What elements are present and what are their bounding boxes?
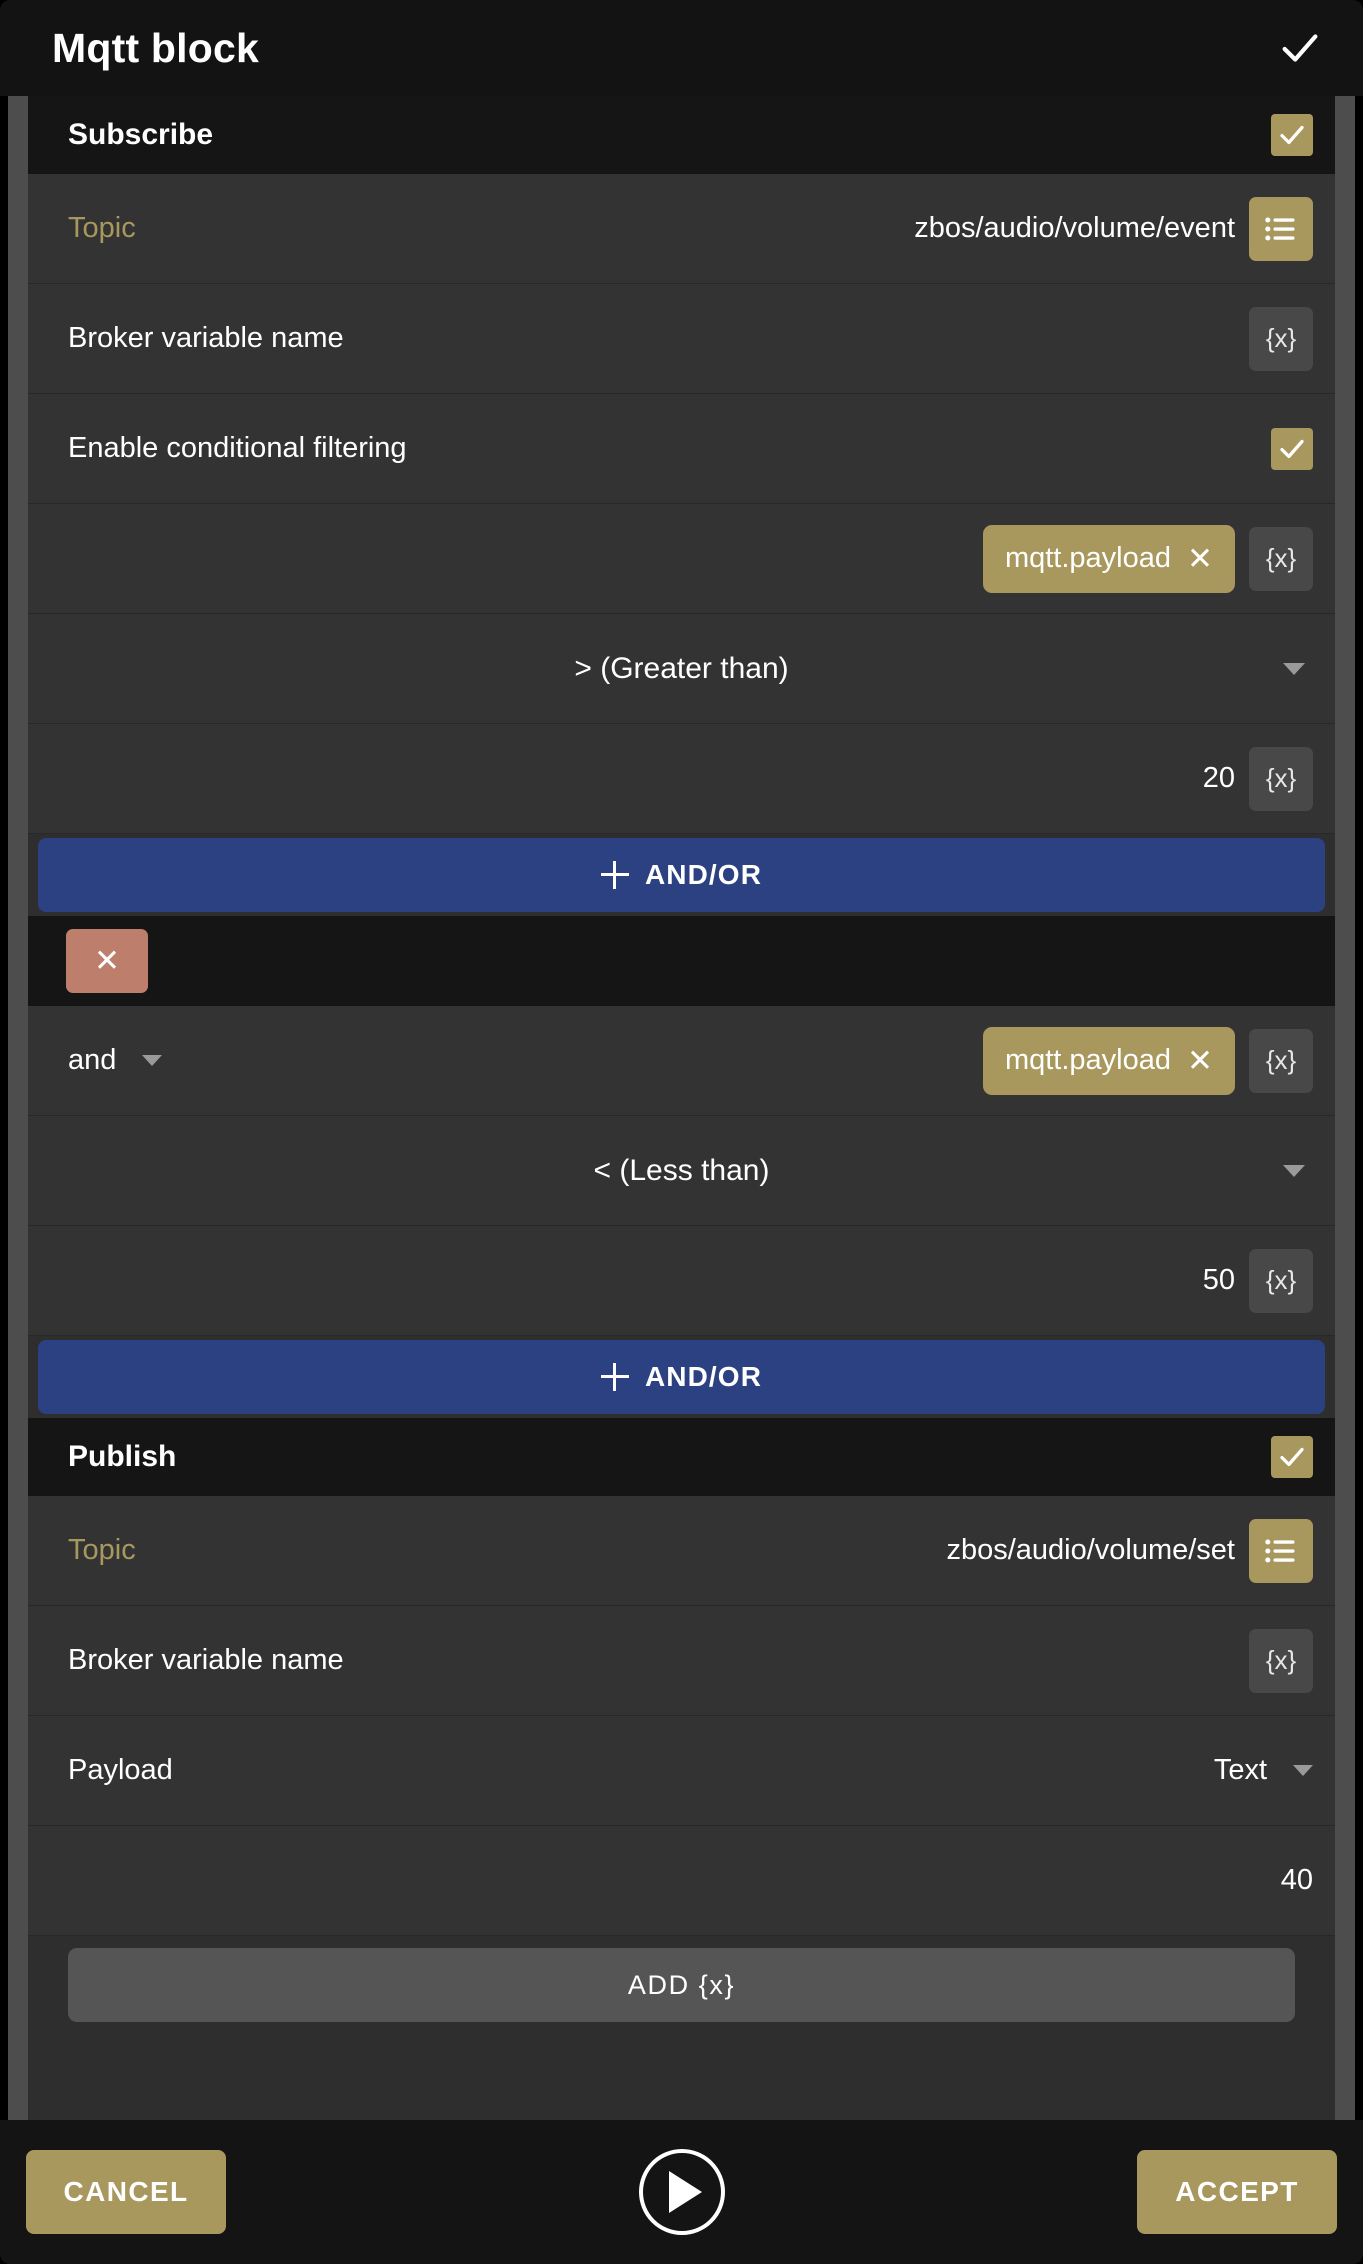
publish-add-variable-wrap: ADD {x} [28, 1936, 1335, 2040]
conditional-filtering-label: Enable conditional filtering [68, 432, 407, 464]
publish-payload-value-row[interactable]: 40 [28, 1826, 1335, 1936]
condition-2-value-var-button[interactable]: {x} [1249, 1248, 1313, 1313]
publish-topic-list-icon[interactable] [1249, 1518, 1313, 1583]
mqtt-block-dialog: Mqtt block Subscribe Topic zbos/audio/vo… [0, 0, 1363, 2264]
subscribe-section-header: Subscribe [28, 96, 1335, 174]
publish-section-header: Publish [28, 1418, 1335, 1496]
subscribe-topic-row[interactable]: Topic zbos/audio/volume/event [28, 174, 1335, 284]
chevron-down-icon [1283, 662, 1305, 675]
publish-broker-variable-label: Broker variable name [68, 1644, 344, 1676]
condition-1-value-row[interactable]: 20 {x} [28, 724, 1335, 834]
condition-2-comparator-select[interactable]: < (Less than) [28, 1116, 1335, 1226]
add-condition-2-label: AND/OR [644, 1361, 763, 1392]
condition-2-chip-label: mqtt.payload [1004, 1044, 1172, 1076]
cancel-button[interactable]: CANCEL [26, 2150, 226, 2234]
dialog-footer: CANCEL ACCEPT [0, 2120, 1363, 2264]
plus-icon [600, 861, 629, 889]
condition-2-value-row[interactable]: 50 {x} [28, 1226, 1335, 1336]
subscribe-enable-checkbox[interactable] [1271, 114, 1313, 156]
subscribe-broker-variable-row[interactable]: Broker variable name {x} [28, 284, 1335, 394]
publish-broker-variable-row[interactable]: Broker variable name {x} [28, 1606, 1335, 1716]
conditional-filtering-row[interactable]: Enable conditional filtering [28, 394, 1335, 504]
condition-1-value-var-button[interactable]: {x} [1249, 746, 1313, 811]
dialog-body: Subscribe Topic zbos/audio/volume/event [0, 96, 1363, 2120]
plus-icon [600, 1363, 629, 1391]
chevron-down-icon [142, 1055, 163, 1066]
condition-2-delete-button[interactable]: ✕ [66, 929, 148, 993]
publish-label: Publish [68, 1440, 177, 1473]
condition-1-chip-close-icon[interactable]: ✕ [1187, 543, 1213, 574]
condition-1-chip-label: mqtt.payload [1004, 542, 1172, 574]
condition-2-logic-value[interactable]: and [68, 1044, 116, 1077]
condition-2-var-button[interactable]: {x} [1249, 1028, 1313, 1093]
scroll-gutter-right[interactable] [1335, 96, 1355, 2120]
subscribe-topic-label: Topic [68, 212, 136, 244]
condition-2-header: ✕ [28, 916, 1335, 1006]
confirm-check-icon[interactable] [1277, 25, 1323, 71]
dialog-titlebar: Mqtt block [0, 0, 1363, 96]
condition-1-comparator-select[interactable]: > (Greater than) [28, 614, 1335, 724]
condition-2-operand-row[interactable]: and mqtt.payload ✕ {x} [28, 1006, 1335, 1116]
add-condition-1-button[interactable]: AND/OR [38, 838, 1325, 912]
condition-1-comparator-value: > (Greater than) [574, 651, 789, 685]
publish-enable-checkbox[interactable] [1271, 1436, 1313, 1478]
subscribe-topic-list-icon[interactable] [1249, 196, 1313, 261]
condition-2-variable-chip[interactable]: mqtt.payload ✕ [982, 1026, 1235, 1095]
subscribe-topic-value[interactable]: zbos/audio/volume/event [914, 212, 1235, 245]
condition-1-var-button[interactable]: {x} [1249, 526, 1313, 591]
chevron-down-icon [1293, 1765, 1313, 1776]
add-condition-1-label: AND/OR [644, 859, 763, 890]
add-condition-2-wrap: AND/OR [28, 1336, 1335, 1418]
condition-2-chip-close-icon[interactable]: ✕ [1187, 1045, 1213, 1076]
add-condition-2-button[interactable]: AND/OR [38, 1340, 1325, 1414]
conditional-filtering-checkbox[interactable] [1271, 427, 1313, 470]
publish-payload-type-value[interactable]: Text [1214, 1754, 1267, 1787]
publish-topic-row[interactable]: Topic zbos/audio/volume/set [28, 1496, 1335, 1606]
accept-button[interactable]: ACCEPT [1137, 2150, 1337, 2234]
subscribe-broker-variable-label: Broker variable name [68, 322, 344, 354]
chevron-down-icon [1283, 1164, 1305, 1177]
play-icon[interactable] [638, 2149, 725, 2235]
subscribe-broker-variable-var-button[interactable]: {x} [1249, 306, 1313, 371]
condition-2-comparator-value: < (Less than) [593, 1153, 770, 1187]
publish-add-variable-button[interactable]: ADD {x} [68, 1948, 1295, 2022]
page-title: Mqtt block [52, 24, 259, 71]
play-triangle [669, 2171, 702, 2213]
add-condition-1-wrap: AND/OR [28, 834, 1335, 916]
publish-topic-label: Topic [68, 1534, 136, 1566]
publish-payload-value[interactable]: 40 [1281, 1864, 1313, 1897]
condition-1-value[interactable]: 20 [1203, 762, 1235, 795]
scroll-gutter-left[interactable] [8, 96, 28, 2120]
condition-1-operand-row[interactable]: mqtt.payload ✕ {x} [28, 504, 1335, 614]
publish-topic-value[interactable]: zbos/audio/volume/set [946, 1534, 1235, 1567]
subscribe-label: Subscribe [68, 118, 214, 151]
publish-payload-type-row[interactable]: Payload Text [28, 1716, 1335, 1826]
condition-2-value[interactable]: 50 [1203, 1264, 1235, 1297]
publish-payload-label: Payload [68, 1754, 173, 1786]
settings-scroll-area[interactable]: Subscribe Topic zbos/audio/volume/event [28, 96, 1335, 2120]
publish-broker-variable-var-button[interactable]: {x} [1249, 1628, 1313, 1693]
condition-1-variable-chip[interactable]: mqtt.payload ✕ [982, 524, 1235, 593]
